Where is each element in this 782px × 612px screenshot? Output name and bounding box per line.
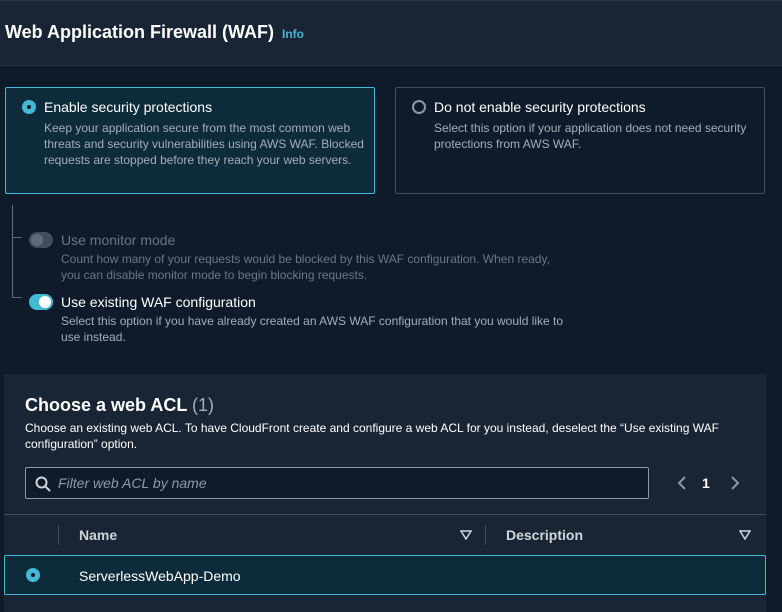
row-radio[interactable] xyxy=(26,568,40,582)
existing-waf-label: Use existing WAF configuration xyxy=(61,294,256,310)
tile-disable-protections[interactable]: Do not enable security protections Selec… xyxy=(395,87,765,194)
acl-search-input[interactable] xyxy=(58,468,638,498)
column-separator xyxy=(58,525,59,545)
monitor-mode-label: Use monitor mode xyxy=(61,232,176,248)
search-icon xyxy=(35,476,51,492)
tile-description: Keep your application secure from the mo… xyxy=(44,121,364,167)
acl-panel-title: Choose a web ACL (1) xyxy=(25,395,214,416)
existing-waf-toggle[interactable] xyxy=(29,294,53,310)
table-row[interactable]: ServerlessWebApp-Demo xyxy=(4,555,766,595)
acl-search-box[interactable] xyxy=(25,467,649,499)
tile-title: Do not enable security protections xyxy=(434,99,646,115)
chevron-left-icon[interactable] xyxy=(676,475,688,491)
column-header-name[interactable]: Name xyxy=(79,527,117,543)
sort-down-icon[interactable] xyxy=(460,530,472,540)
page-number[interactable]: 1 xyxy=(702,475,710,491)
info-link[interactable]: Info xyxy=(282,27,304,41)
tree-connector xyxy=(12,237,22,238)
web-acl-panel: Choose a web ACL (1) Choose an existing … xyxy=(4,374,766,612)
column-header-description[interactable]: Description xyxy=(506,527,583,543)
tile-enable-protections[interactable]: Enable security protections Keep your ap… xyxy=(5,87,375,194)
tile-description: Select this option if your application d… xyxy=(434,121,747,151)
radio-enable-protections[interactable] xyxy=(22,100,36,114)
existing-waf-description: Select this option if you have already c… xyxy=(61,314,564,344)
row-name: ServerlessWebApp-Demo xyxy=(79,568,241,584)
acl-count: (1) xyxy=(192,395,215,415)
toggle-knob xyxy=(39,296,51,308)
waf-header: Web Application Firewall (WAF) Info xyxy=(0,0,782,66)
column-separator xyxy=(485,525,486,545)
tree-connector xyxy=(12,297,22,298)
sort-down-icon[interactable] xyxy=(739,530,751,540)
acl-panel-description: Choose an existing web ACL. To have Clou… xyxy=(25,421,719,451)
acl-title-text: Choose a web ACL xyxy=(25,395,188,415)
page-title: Web Application Firewall (WAF) xyxy=(5,22,275,42)
monitor-mode-description: Count how many of your requests would be… xyxy=(61,252,550,282)
monitor-mode-toggle[interactable] xyxy=(29,232,53,248)
chevron-right-icon[interactable] xyxy=(729,475,741,491)
radio-disable-protections[interactable] xyxy=(412,100,426,114)
table-divider xyxy=(4,514,766,515)
tile-title: Enable security protections xyxy=(44,99,213,115)
toggle-knob xyxy=(31,234,43,246)
tree-connector xyxy=(12,205,13,297)
